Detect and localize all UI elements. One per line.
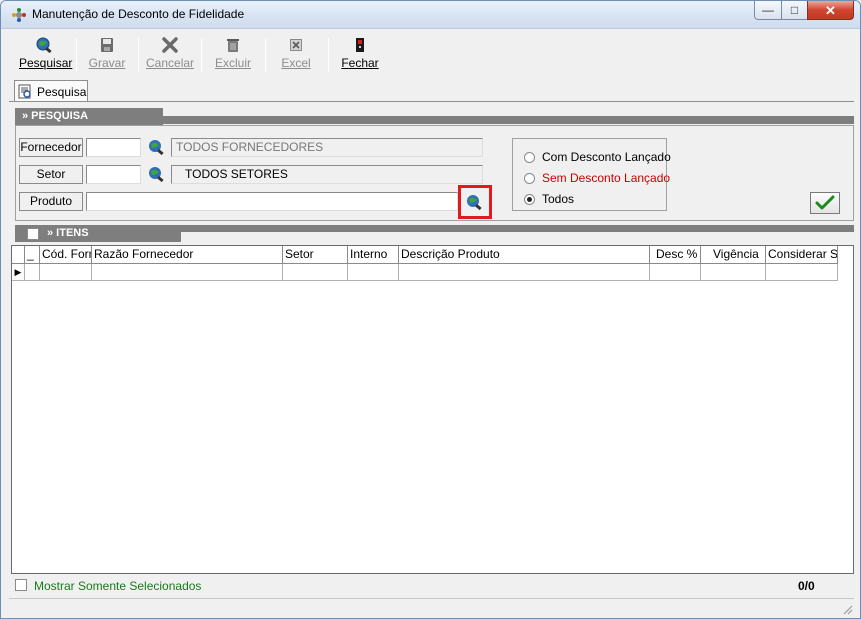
toolbar-separator bbox=[76, 38, 77, 72]
fornecedor-code-input[interactable] bbox=[86, 138, 141, 157]
fornecedor-name-field: TODOS FORNECEDORES bbox=[171, 138, 483, 157]
produto-label: Produto bbox=[19, 192, 83, 211]
grid-header-desc[interactable]: Desc % bbox=[650, 246, 701, 264]
grid-cell[interactable] bbox=[348, 264, 399, 281]
app-icon bbox=[12, 8, 26, 22]
radio-dot bbox=[524, 151, 535, 163]
status-bar bbox=[9, 598, 854, 616]
excluir-button[interactable]: Excluir bbox=[209, 34, 257, 76]
excel-icon bbox=[290, 39, 302, 51]
setor-name-field: TODOS SETORES bbox=[171, 165, 483, 184]
grid-header-considerar-st[interactable]: Considerar ST bbox=[766, 246, 838, 264]
cancelar-button[interactable]: Cancelar bbox=[146, 34, 194, 76]
grid-indicator-header bbox=[12, 246, 25, 264]
cancelar-label: Cancelar bbox=[146, 56, 195, 70]
grid-header-razao[interactable]: Razão Fornecedor bbox=[92, 246, 283, 264]
search-tab-icon bbox=[18, 84, 31, 99]
grid-header-interno[interactable]: Interno bbox=[348, 246, 399, 264]
fornecedor-search-icon[interactable] bbox=[147, 138, 165, 156]
grid-header-setor[interactable]: Setor bbox=[283, 246, 348, 264]
setor-search-icon[interactable] bbox=[147, 165, 165, 183]
resize-grip-icon[interactable] bbox=[841, 603, 853, 615]
mostrar-selecionados-checkbox[interactable] bbox=[15, 579, 27, 591]
itens-header-bar bbox=[181, 225, 854, 232]
title-bar: Manutenção de Desconto de Fidelidade — □… bbox=[1, 1, 860, 29]
checkmark-icon bbox=[815, 195, 835, 210]
trash-icon bbox=[227, 39, 239, 52]
grid-cell[interactable] bbox=[701, 264, 766, 281]
grid-cell[interactable] bbox=[92, 264, 283, 281]
pesquisa-section-header: » PESQUISA bbox=[15, 108, 163, 125]
radio-label-com-desconto: Com Desconto Lançado bbox=[542, 150, 671, 164]
pesquisar-label: Pesquisar bbox=[19, 56, 73, 70]
itens-grid: _ Cód. Forn Razão Fornecedor Setor Inter… bbox=[11, 245, 854, 574]
toolbar-separator bbox=[265, 38, 266, 72]
radio-com-desconto[interactable]: Com Desconto Lançado bbox=[524, 150, 671, 164]
pesquisa-header-bar bbox=[163, 116, 854, 124]
window-title: Manutenção de Desconto de Fidelidade bbox=[32, 7, 245, 21]
save-icon bbox=[101, 38, 113, 52]
fornecedor-label: Fornecedor bbox=[19, 138, 83, 157]
grid-header-descricao[interactable]: Descrição Produto bbox=[399, 246, 650, 264]
search-globe-icon bbox=[36, 37, 52, 53]
grid-header-vigencia[interactable]: Vigência bbox=[701, 246, 766, 264]
grid-cell[interactable] bbox=[766, 264, 838, 281]
minimize-icon: — bbox=[762, 3, 774, 17]
mostrar-selecionados-label[interactable]: Mostrar Somente Selecionados bbox=[34, 579, 201, 593]
grid-cell[interactable] bbox=[399, 264, 650, 281]
tab-pesquisa[interactable]: Pesquisa bbox=[14, 80, 88, 102]
selection-count: 0/0 bbox=[798, 579, 815, 593]
toolbar: Pesquisar Gravar Cancelar Excluir Excel … bbox=[9, 34, 854, 76]
toolbar-separator bbox=[201, 38, 202, 72]
gravar-button[interactable]: Gravar bbox=[84, 34, 130, 76]
excel-label: Excel bbox=[281, 56, 311, 70]
tab-divider bbox=[9, 101, 854, 102]
radio-todos[interactable]: Todos bbox=[524, 192, 574, 206]
main-window: Manutenção de Desconto de Fidelidade — □… bbox=[0, 0, 861, 619]
radio-dot bbox=[524, 172, 535, 184]
select-all-checkbox[interactable] bbox=[27, 228, 39, 240]
fechar-label: Fechar bbox=[341, 56, 379, 70]
confirm-button[interactable] bbox=[810, 192, 840, 214]
maximize-button[interactable]: □ bbox=[781, 1, 808, 20]
radio-label-sem-desconto: Sem Desconto Lançado bbox=[542, 171, 671, 185]
grid-header-cod-forn[interactable]: Cód. Forn bbox=[40, 246, 92, 264]
itens-section-header: » ITENS bbox=[15, 225, 181, 242]
produto-search-icon[interactable] bbox=[465, 193, 483, 211]
grid-cell[interactable] bbox=[25, 264, 40, 281]
exit-door-icon bbox=[356, 38, 364, 52]
setor-label: Setor bbox=[19, 165, 83, 184]
cancel-x-icon bbox=[162, 37, 178, 53]
maximize-icon: □ bbox=[790, 3, 799, 17]
close-icon: ✕ bbox=[825, 2, 836, 18]
excluir-label: Excluir bbox=[214, 56, 251, 70]
excel-button[interactable]: Excel bbox=[274, 34, 318, 76]
gravar-label: Gravar bbox=[88, 56, 126, 70]
radio-dot-selected bbox=[524, 193, 535, 205]
produto-input[interactable] bbox=[86, 192, 458, 211]
toolbar-separator bbox=[138, 38, 139, 72]
toolbar-separator bbox=[328, 38, 329, 72]
fechar-button[interactable]: Fechar bbox=[337, 34, 383, 76]
pesquisar-button[interactable]: Pesquisar bbox=[19, 34, 73, 76]
minimize-button[interactable]: — bbox=[754, 1, 782, 20]
grid-header-select[interactable]: _ bbox=[25, 246, 40, 264]
close-button[interactable]: ✕ bbox=[807, 1, 854, 20]
grid-cell[interactable] bbox=[283, 264, 348, 281]
tab-label: Pesquisa bbox=[37, 85, 87, 99]
grid-cell[interactable] bbox=[40, 264, 92, 281]
setor-code-input[interactable] bbox=[86, 165, 141, 184]
grid-cell[interactable] bbox=[650, 264, 701, 281]
radio-label-todos: Todos bbox=[542, 192, 575, 206]
row-indicator-icon: ▶ bbox=[12, 264, 25, 281]
radio-sem-desconto[interactable]: Sem Desconto Lançado bbox=[524, 171, 670, 185]
